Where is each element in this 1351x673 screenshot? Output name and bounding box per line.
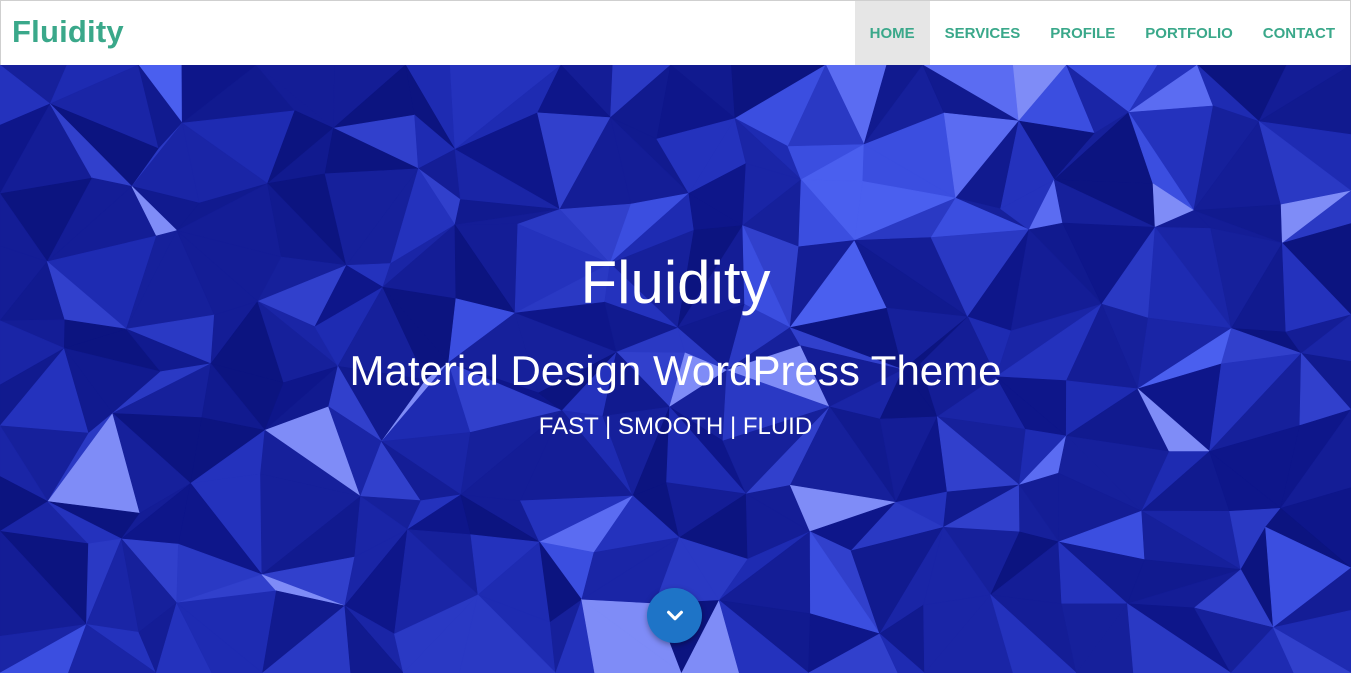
nav-item-portfolio[interactable]: PORTFOLIO — [1130, 1, 1248, 65]
nav-item-contact[interactable]: CONTACT — [1248, 1, 1350, 65]
hero-section: Fluidity Material Design WordPress Theme… — [0, 65, 1351, 673]
top-navbar: Fluidity HOME SERVICES PROFILE PORTFOLIO… — [0, 0, 1351, 65]
scroll-down-button[interactable] — [647, 588, 702, 643]
hero-subtitle: Material Design WordPress Theme — [349, 347, 1002, 394]
hero-content: Fluidity Material Design WordPress Theme… — [0, 65, 1351, 673]
main-nav: HOME SERVICES PROFILE PORTFOLIO CONTACT — [854, 1, 1350, 65]
nav-item-services[interactable]: SERVICES — [930, 1, 1036, 65]
hero-title: Fluidity — [580, 249, 771, 316]
nav-item-home[interactable]: HOME — [854, 1, 930, 65]
nav-item-profile[interactable]: PROFILE — [1035, 1, 1130, 65]
page: Fluidity HOME SERVICES PROFILE PORTFOLIO… — [0, 0, 1351, 673]
hero-tagline: FAST | SMOOTH | FLUID — [538, 413, 813, 440]
chevron-down-icon — [666, 610, 683, 620]
brand-logo-link[interactable]: Fluidity — [12, 14, 124, 50]
